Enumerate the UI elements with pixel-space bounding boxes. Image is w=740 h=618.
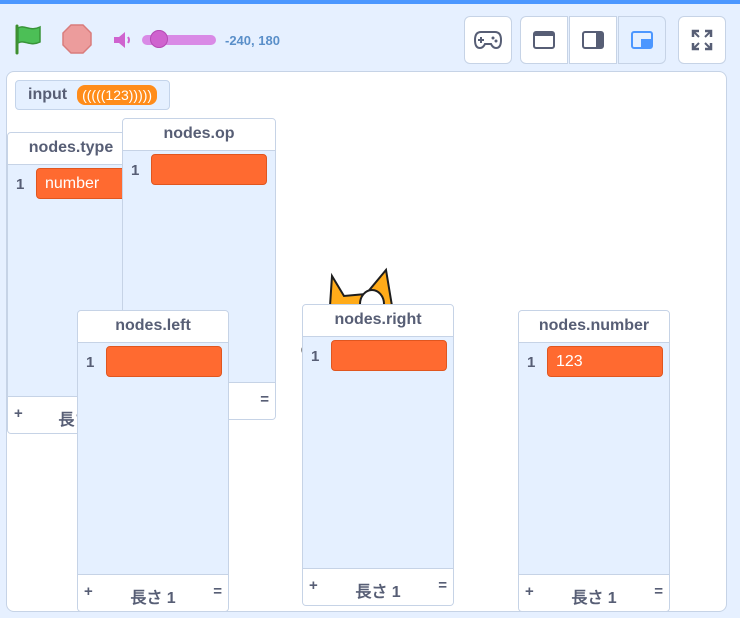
- list-item[interactable]: 123: [547, 346, 663, 377]
- list-item[interactable]: [151, 154, 267, 185]
- row-index: 1: [16, 176, 25, 193]
- small-stage-button[interactable]: [520, 16, 568, 64]
- list-item[interactable]: [106, 346, 222, 377]
- list-title: nodes.left: [78, 311, 228, 343]
- list-title: nodes.number: [519, 311, 669, 343]
- speaker-icon[interactable]: [112, 30, 134, 50]
- large-stage-button[interactable]: [618, 16, 666, 64]
- fullscreen-icon: [691, 29, 713, 51]
- small-stage-icon: [533, 31, 555, 49]
- normal-stage-icon: [582, 31, 604, 49]
- list-footer: + 長さ 1 =: [303, 568, 453, 605]
- row-index: 1: [527, 354, 536, 371]
- stop-icon[interactable]: [60, 22, 94, 56]
- variable-monitor-input: input (((((123))))): [15, 80, 171, 110]
- gamepad-icon: [473, 31, 503, 50]
- volume-slider-handle[interactable]: [150, 30, 168, 48]
- list-title: nodes.right: [303, 305, 453, 337]
- list-title: nodes.type: [8, 133, 134, 165]
- list-monitor-nodes-right: nodes.right 1 + 長さ 1 =: [302, 304, 454, 606]
- list-length: 長さ 1: [571, 590, 617, 607]
- fullscreen-button[interactable]: [678, 16, 726, 64]
- stage-header: -240, 180: [0, 4, 740, 68]
- normal-stage-button[interactable]: [569, 16, 617, 64]
- list-length: 長さ 1: [130, 590, 176, 607]
- list-item[interactable]: number: [36, 168, 134, 199]
- row-index: 1: [86, 354, 95, 371]
- list-length: 長さ 1: [355, 584, 401, 601]
- gamepad-button[interactable]: [464, 16, 512, 64]
- list-footer: + 長さ 1 =: [519, 574, 669, 611]
- variable-value: (((((123))))): [77, 85, 158, 105]
- stage-canvas[interactable]: input (((((123))))) nodes.type 1 number …: [6, 71, 727, 612]
- resize-handle[interactable]: =: [654, 583, 663, 600]
- list-footer: + 長さ 1 =: [78, 574, 228, 611]
- row-index: 1: [131, 162, 140, 179]
- row-index: 1: [311, 348, 320, 365]
- mouse-coordinates: -240, 180: [225, 33, 280, 48]
- large-stage-icon: [631, 31, 653, 49]
- resize-handle[interactable]: =: [213, 583, 222, 600]
- resize-handle[interactable]: =: [438, 577, 447, 594]
- resize-handle[interactable]: =: [260, 391, 269, 408]
- list-monitor-nodes-left: nodes.left 1 + 長さ 1 =: [77, 310, 229, 611]
- list-monitor-nodes-number: nodes.number 1 123 + 長さ 1 =: [518, 310, 670, 611]
- variable-label: input: [28, 86, 68, 103]
- list-item[interactable]: [331, 340, 447, 371]
- green-flag-icon[interactable]: [12, 22, 46, 56]
- list-title: nodes.op: [123, 119, 275, 151]
